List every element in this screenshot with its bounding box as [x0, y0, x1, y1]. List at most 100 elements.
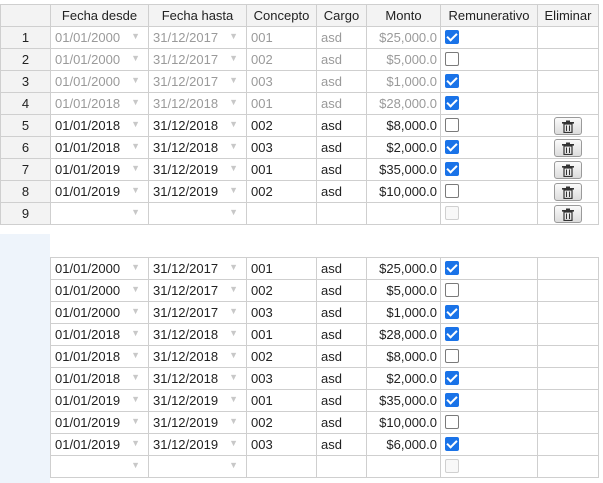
fecha-desde-cell[interactable]: 01/01/2019 ▼ — [50, 180, 149, 203]
chevron-down-icon[interactable]: ▼ — [229, 75, 238, 85]
chevron-down-icon[interactable]: ▼ — [131, 97, 140, 107]
remunerativo-cell[interactable] — [440, 345, 538, 368]
monto-cell[interactable]: $8,000.0 — [366, 114, 441, 137]
fecha-desde-cell[interactable]: 01/01/2019 ▼ — [50, 433, 149, 456]
chevron-down-icon[interactable]: ▼ — [131, 460, 140, 470]
cargo-cell[interactable]: asd — [316, 323, 367, 346]
delete-row-button[interactable] — [554, 138, 582, 157]
cargo-cell[interactable]: asd — [316, 114, 367, 137]
delete-row-button[interactable] — [554, 160, 582, 179]
monto-cell[interactable]: $8,000.0 — [366, 345, 441, 368]
fecha-desde-cell[interactable]: 01/01/2018 ▼ — [50, 323, 149, 346]
checkbox-icon[interactable] — [445, 437, 459, 452]
chevron-down-icon[interactable]: ▼ — [229, 438, 238, 448]
chevron-down-icon[interactable]: ▼ — [229, 306, 238, 316]
cargo-cell[interactable]: asd — [316, 180, 367, 203]
monto-cell[interactable] — [366, 202, 441, 225]
chevron-down-icon[interactable]: ▼ — [131, 284, 140, 294]
fecha-desde-cell[interactable]: ▼ — [50, 202, 149, 225]
fecha-hasta-cell[interactable]: 31/12/2019 ▼ — [148, 180, 247, 203]
concepto-cell[interactable]: 003 — [246, 301, 317, 324]
fecha-desde-cell[interactable]: ▼ — [50, 455, 149, 478]
chevron-down-icon[interactable]: ▼ — [229, 350, 238, 360]
monto-cell[interactable]: $2,000.0 — [366, 367, 441, 390]
concepto-cell[interactable]: 002 — [246, 114, 317, 137]
delete-row-button[interactable] — [554, 182, 582, 201]
fecha-hasta-cell[interactable]: 31/12/2019 ▼ — [148, 158, 247, 181]
chevron-down-icon[interactable]: ▼ — [131, 75, 140, 85]
fecha-hasta-cell[interactable]: 31/12/2017 ▼ — [148, 301, 247, 324]
fecha-hasta-cell[interactable]: 31/12/2018 ▼ — [148, 345, 247, 368]
chevron-down-icon[interactable]: ▼ — [131, 394, 140, 404]
fecha-hasta-cell[interactable]: 31/12/2018 ▼ — [148, 323, 247, 346]
delete-row-button[interactable] — [554, 116, 582, 135]
chevron-down-icon[interactable]: ▼ — [131, 350, 140, 360]
remunerativo-cell[interactable] — [440, 114, 538, 137]
concepto-cell[interactable]: 002 — [246, 345, 317, 368]
checkbox-icon[interactable] — [445, 96, 459, 111]
fecha-hasta-cell[interactable]: 31/12/2018 ▼ — [148, 114, 247, 137]
fecha-hasta-cell[interactable]: 31/12/2017 ▼ — [148, 257, 247, 280]
concepto-cell[interactable]: 001 — [246, 158, 317, 181]
monto-cell[interactable]: $5,000.0 — [366, 279, 441, 302]
fecha-hasta-cell[interactable]: 31/12/2017 ▼ — [148, 279, 247, 302]
concepto-cell[interactable]: 002 — [246, 279, 317, 302]
fecha-desde-cell[interactable]: 01/01/2000 ▼ — [50, 301, 149, 324]
monto-cell[interactable]: $6,000.0 — [366, 433, 441, 456]
chevron-down-icon[interactable]: ▼ — [131, 53, 140, 63]
chevron-down-icon[interactable]: ▼ — [131, 207, 140, 217]
checkbox-icon[interactable] — [445, 184, 459, 199]
cargo-cell[interactable]: asd — [316, 301, 367, 324]
fecha-hasta-cell[interactable]: ▼ — [148, 455, 247, 478]
monto-cell[interactable] — [366, 455, 441, 478]
cargo-cell[interactable] — [316, 455, 367, 478]
chevron-down-icon[interactable]: ▼ — [229, 416, 238, 426]
checkbox-icon[interactable] — [445, 261, 459, 276]
checkbox-icon[interactable] — [445, 349, 459, 364]
monto-cell[interactable]: $28,000.0 — [366, 323, 441, 346]
fecha-desde-cell[interactable]: 01/01/2000 ▼ — [50, 279, 149, 302]
concepto-cell[interactable]: 002 — [246, 411, 317, 434]
cargo-cell[interactable]: asd — [316, 279, 367, 302]
fecha-desde-cell[interactable]: 01/01/2019 ▼ — [50, 389, 149, 412]
monto-cell[interactable]: $35,000.0 — [366, 158, 441, 181]
chevron-down-icon[interactable]: ▼ — [131, 438, 140, 448]
remunerativo-cell[interactable] — [440, 323, 538, 346]
remunerativo-cell[interactable] — [440, 26, 538, 49]
monto-cell[interactable]: $10,000.0 — [366, 180, 441, 203]
chevron-down-icon[interactable]: ▼ — [229, 328, 238, 338]
fecha-hasta-cell[interactable]: 31/12/2019 ▼ — [148, 389, 247, 412]
chevron-down-icon[interactable]: ▼ — [229, 460, 238, 470]
chevron-down-icon[interactable]: ▼ — [131, 31, 140, 41]
fecha-hasta-cell[interactable]: 31/12/2018 ▼ — [148, 136, 247, 159]
chevron-down-icon[interactable]: ▼ — [131, 163, 140, 173]
fecha-hasta-cell[interactable]: 31/12/2019 ▼ — [148, 433, 247, 456]
checkbox-icon[interactable] — [445, 52, 459, 67]
fecha-desde-cell[interactable]: 01/01/2018 ▼ — [50, 345, 149, 368]
remunerativo-cell[interactable] — [440, 279, 538, 302]
checkbox-icon[interactable] — [445, 371, 459, 386]
monto-cell[interactable]: $25,000.0 — [366, 257, 441, 280]
cargo-cell[interactable] — [316, 202, 367, 225]
concepto-cell[interactable]: 001 — [246, 257, 317, 280]
fecha-hasta-cell[interactable]: 31/12/2018 ▼ — [148, 367, 247, 390]
cargo-cell[interactable]: asd — [316, 411, 367, 434]
chevron-down-icon[interactable]: ▼ — [229, 53, 238, 63]
chevron-down-icon[interactable]: ▼ — [131, 185, 140, 195]
remunerativo-cell[interactable] — [440, 180, 538, 203]
cargo-cell[interactable]: asd — [316, 136, 367, 159]
remunerativo-cell[interactable] — [440, 70, 538, 93]
cargo-cell[interactable]: asd — [316, 158, 367, 181]
checkbox-icon[interactable] — [445, 327, 459, 342]
concepto-cell[interactable]: 002 — [246, 180, 317, 203]
concepto-cell[interactable]: 003 — [246, 136, 317, 159]
chevron-down-icon[interactable]: ▼ — [229, 185, 238, 195]
concepto-cell[interactable]: 003 — [246, 367, 317, 390]
checkbox-icon[interactable] — [445, 140, 459, 155]
concepto-cell[interactable]: 003 — [246, 433, 317, 456]
monto-cell[interactable]: $35,000.0 — [366, 389, 441, 412]
fecha-hasta-cell[interactable]: 31/12/2019 ▼ — [148, 411, 247, 434]
chevron-down-icon[interactable]: ▼ — [229, 372, 238, 382]
chevron-down-icon[interactable]: ▼ — [229, 207, 238, 217]
monto-cell[interactable]: $2,000.0 — [366, 136, 441, 159]
